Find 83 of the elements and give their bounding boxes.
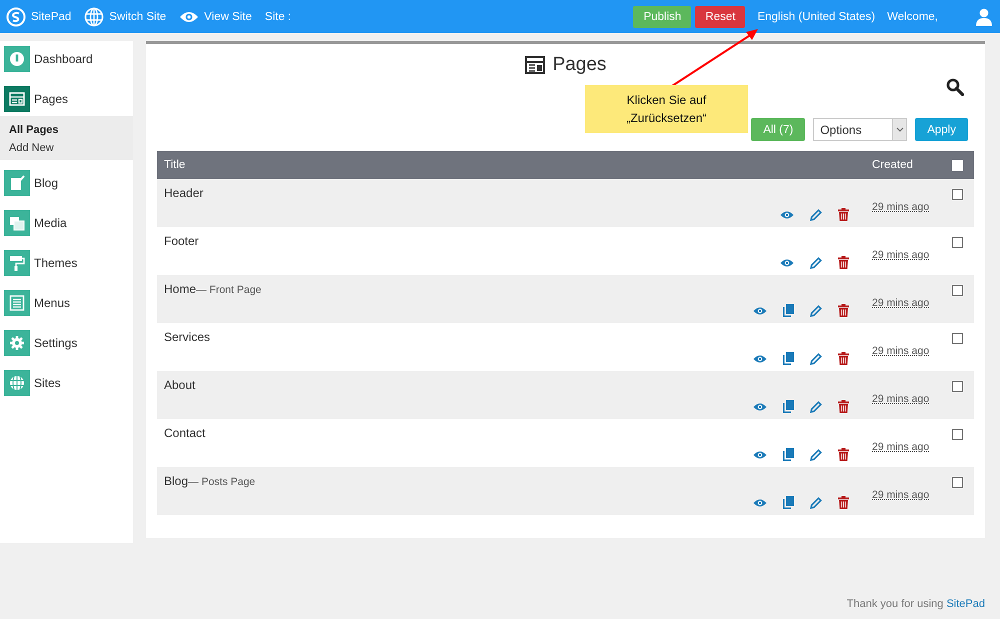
trash-icon[interactable] (838, 400, 849, 413)
sidebar-item[interactable]: Themes (0, 246, 133, 280)
eye-icon[interactable] (753, 306, 767, 316)
trash-icon[interactable] (838, 448, 849, 461)
eye-icon[interactable] (753, 354, 767, 364)
row-checkbox[interactable] (952, 429, 963, 440)
row-checkbox[interactable] (952, 381, 963, 392)
trash-icon[interactable] (838, 352, 849, 365)
page-title-cell[interactable]: About (164, 378, 196, 392)
copy-icon[interactable] (783, 304, 794, 317)
globe-icon[interactable] (84, 6, 104, 26)
created-time: 29 mins ago (872, 441, 930, 453)
column-header: Title (163, 159, 186, 171)
caret-icon (896, 127, 904, 132)
images-icon (9, 215, 25, 231)
pencil-icon[interactable] (810, 448, 822, 460)
pencil-icon[interactable] (810, 208, 822, 220)
pages-icon (9, 91, 25, 107)
sidebar-item[interactable]: Menus (0, 286, 133, 320)
page-title-cell[interactable]: Home— Front Page (164, 282, 262, 296)
footer-text: Thank you for using SitePad (846, 598, 985, 610)
sidebar-item[interactable]: Settings (0, 326, 133, 360)
pencil-icon[interactable] (810, 256, 822, 268)
sidebar-item[interactable]: Sites (0, 366, 133, 400)
site-label: Site : (264, 10, 292, 22)
row-checkbox[interactable] (952, 189, 963, 200)
column-header: Created (872, 159, 914, 171)
options-dropdown[interactable]: Options (813, 118, 908, 141)
trash-icon[interactable] (838, 304, 849, 317)
copy-icon[interactable] (783, 352, 794, 365)
eye-icon[interactable] (780, 210, 794, 220)
page-title: Pages (552, 54, 606, 76)
pencil-icon[interactable] (810, 496, 822, 508)
eye-icon[interactable] (753, 498, 767, 508)
created-time: 29 mins ago (872, 393, 930, 405)
note-icon (9, 175, 25, 191)
sidebar-item[interactable]: Blog (0, 166, 133, 200)
settings-icon (9, 335, 25, 351)
page-title-cell[interactable]: Services (164, 330, 210, 344)
row-checkbox[interactable] (952, 333, 963, 344)
eye-icon[interactable] (753, 402, 767, 412)
callout-note: Klicken Sie auf „Zurücksetzen“ (585, 85, 748, 133)
created-time: 29 mins ago (872, 249, 930, 261)
page-title-cell[interactable]: Contact (164, 426, 206, 440)
sidebar-item[interactable]: Media (0, 206, 133, 240)
sitepad-link[interactable]: SitePad (946, 598, 985, 610)
created-time: 29 mins ago (872, 345, 930, 357)
copy-icon[interactable] (783, 448, 794, 461)
page-title-cell[interactable]: Header (164, 186, 204, 200)
trash-icon[interactable] (838, 496, 849, 509)
trash-icon[interactable] (838, 256, 849, 269)
row-checkbox[interactable] (952, 477, 963, 488)
reset-button[interactable]: Reset (695, 6, 746, 28)
submenu-item[interactable]: All Pages (9, 124, 124, 136)
pencil-icon[interactable] (810, 304, 822, 316)
copy-icon[interactable] (783, 496, 794, 509)
paint-roller-icon (9, 255, 25, 271)
pencil-icon[interactable] (810, 400, 822, 412)
welcome-text: Welcome, (887, 10, 938, 22)
created-time: 29 mins ago (872, 201, 930, 213)
copy-icon[interactable] (783, 400, 794, 413)
search-icon[interactable] (946, 78, 964, 96)
list-icon (9, 295, 25, 311)
page-title-cell[interactable]: Footer (164, 234, 199, 248)
pages-icon (524, 56, 545, 74)
user-icon[interactable] (976, 8, 992, 26)
eye-icon[interactable] (780, 258, 794, 268)
globe-icon (9, 375, 25, 391)
row-checkbox[interactable] (952, 285, 963, 296)
select-all-checkbox[interactable] (952, 160, 963, 170)
pencil-icon[interactable] (810, 352, 822, 364)
eye-icon[interactable] (179, 10, 200, 24)
created-time: 29 mins ago (872, 297, 930, 309)
sitepad-logo-icon (6, 6, 26, 26)
submenu-item[interactable]: Add New (9, 142, 124, 154)
page-title-cell[interactable]: Blog— Posts Page (164, 474, 256, 488)
row-checkbox[interactable] (952, 237, 963, 248)
gauge-icon (9, 51, 25, 67)
eye-icon[interactable] (753, 450, 767, 460)
sidebar-item[interactable]: Pages (0, 82, 133, 116)
sidebar-item[interactable]: Dashboard (0, 42, 133, 76)
trash-icon[interactable] (838, 208, 849, 221)
created-time: 29 mins ago (872, 489, 930, 501)
